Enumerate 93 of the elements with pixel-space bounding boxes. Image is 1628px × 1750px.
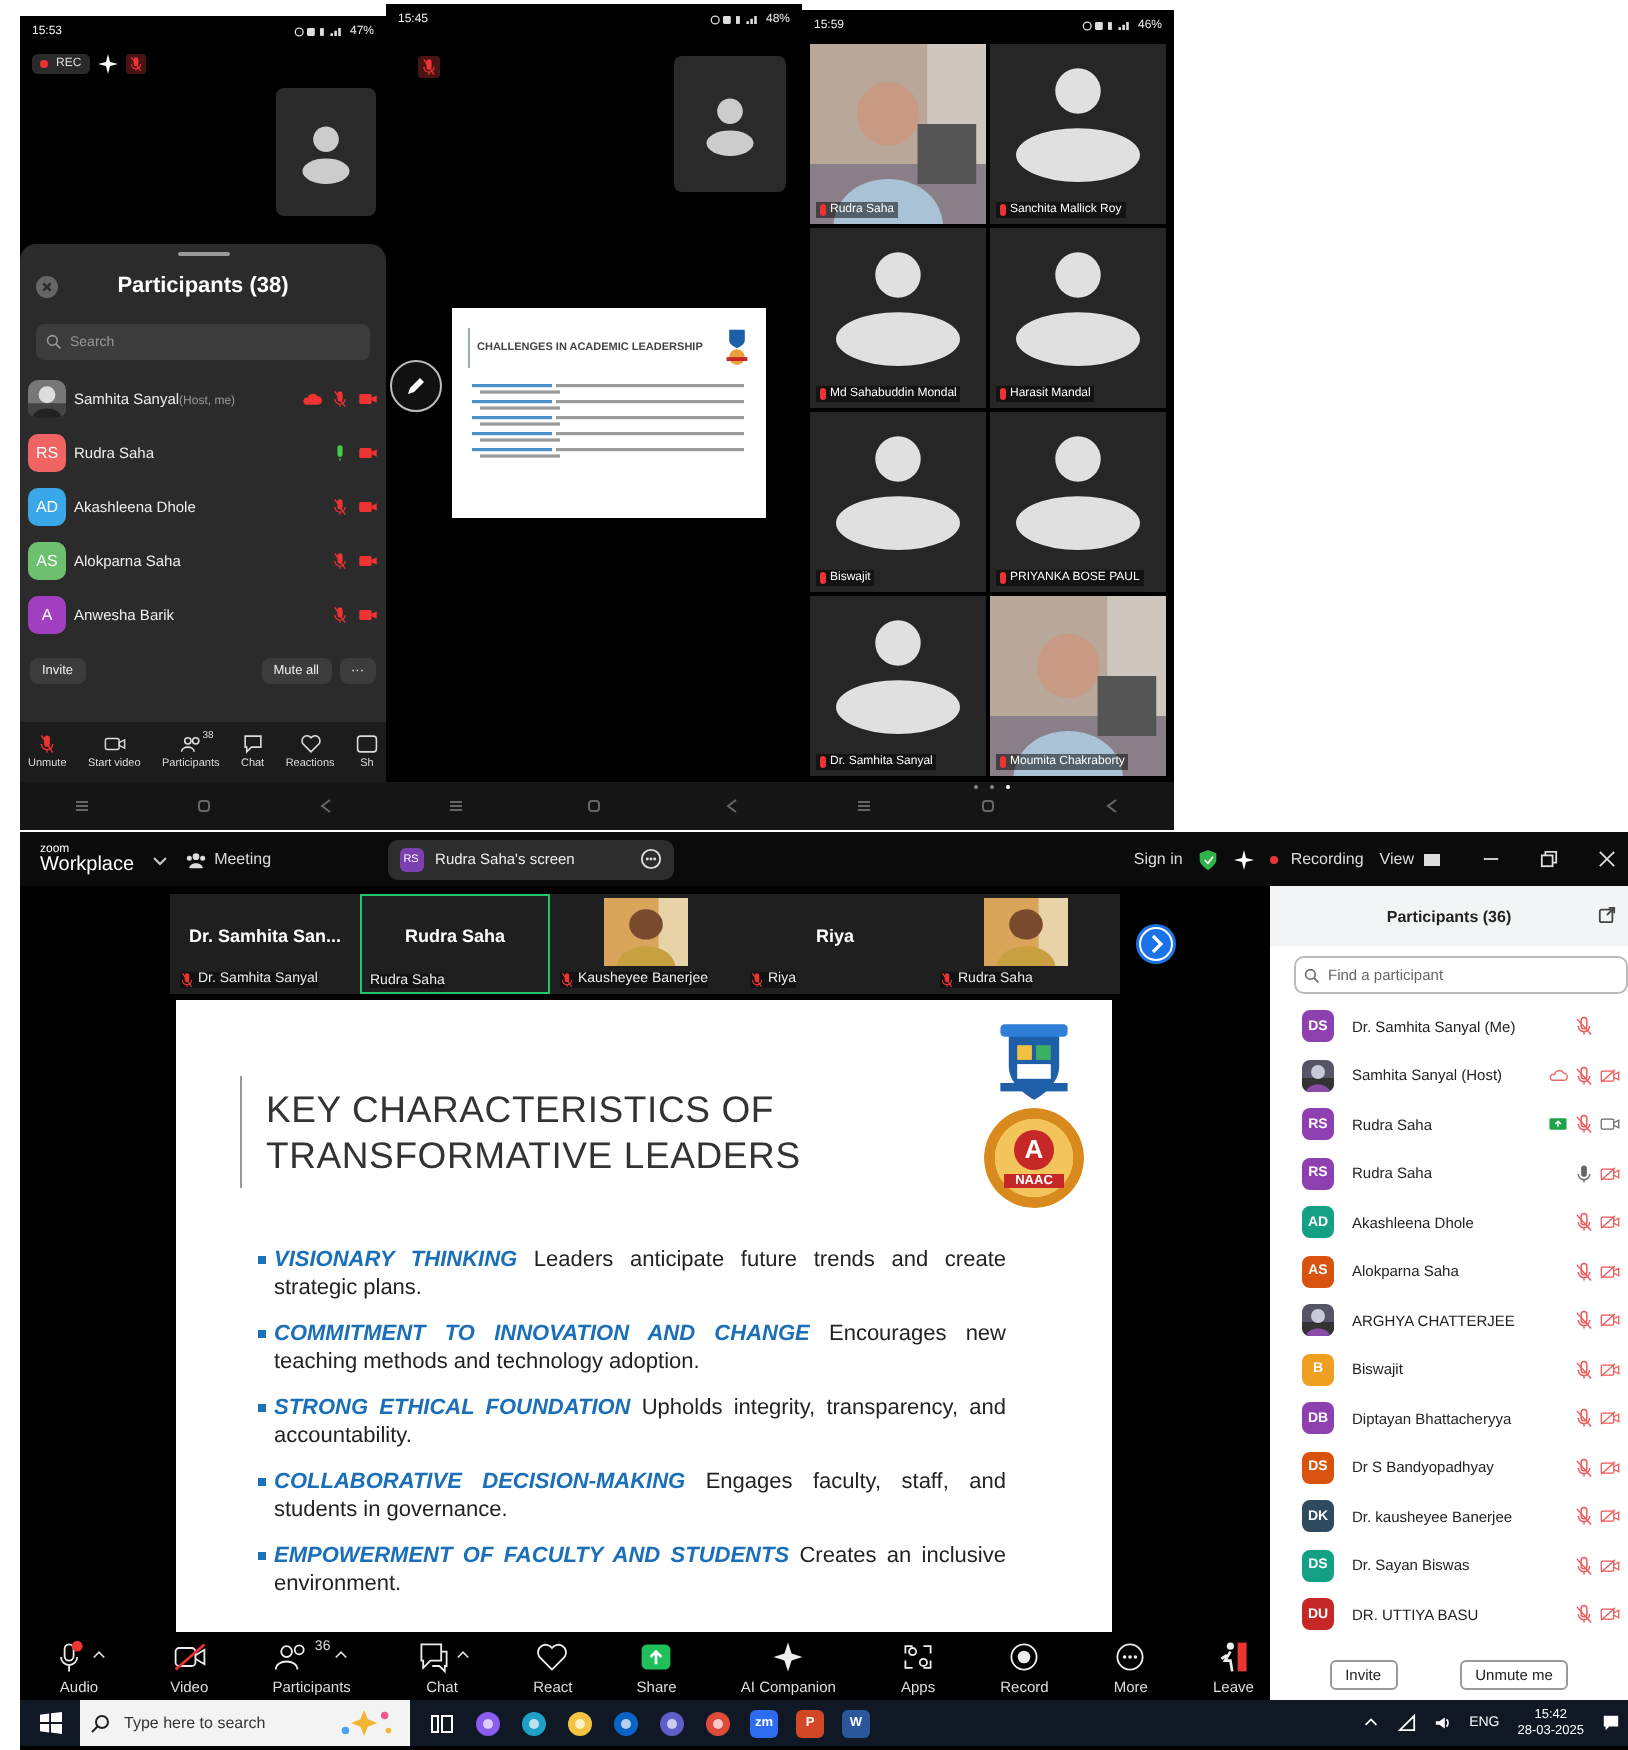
status-icons-drawing	[293, 26, 346, 38]
sparkle-icon	[338, 1708, 394, 1738]
chat-icon	[415, 1640, 452, 1674]
status-icons-drawing	[1081, 20, 1134, 32]
chat-icon	[241, 734, 264, 754]
meeting-button[interactable]: Meeting	[186, 849, 272, 869]
avatar-initials: AS	[28, 542, 66, 580]
task-view-icon[interactable]	[428, 1709, 456, 1737]
video-off-icon	[358, 552, 378, 570]
layout-icon	[1422, 849, 1442, 869]
share-icon	[638, 1640, 675, 1674]
video-off-icon	[358, 390, 378, 408]
muted-mic-icon	[36, 734, 59, 754]
app-icon[interactable]	[566, 1709, 594, 1737]
participant-name: Dr. Samhita San...	[188, 925, 342, 945]
home-icon[interactable]	[978, 796, 998, 816]
status-icons-drawing	[709, 14, 762, 26]
muted-mic-icon	[418, 56, 440, 78]
bullet-text: COLLABORATIVE DECISION-MAKING Engages faculty, staff, and students in governance.	[274, 1470, 1006, 1524]
menu-icon[interactable]	[445, 796, 466, 816]
video-off-icon	[358, 498, 378, 516]
page-indicator	[972, 784, 1012, 790]
shield-icon	[1198, 849, 1219, 869]
sparkle-icon	[1234, 849, 1255, 869]
heart-icon	[299, 734, 322, 754]
bullet-marker	[258, 1552, 266, 1560]
app-icon[interactable]	[474, 1709, 502, 1737]
home-icon[interactable]	[193, 796, 213, 816]
logo-text: Workplace	[40, 855, 135, 875]
restore-icon[interactable]	[1540, 850, 1558, 868]
bullet-text: COMMITMENT TO INNOVATION AND CHANGE Encourages new teaching methods and technology adoption.	[274, 1322, 1006, 1376]
sparkle-icon	[97, 54, 118, 74]
pop-out-icon[interactable]	[1598, 906, 1616, 924]
bullet-text: VISIONARY THINKING Leaders anticipate future trends and create strategic plans.	[274, 1248, 1006, 1302]
bullet-text: STRONG ETHICAL FOUNDATION Upholds integrity, transparency, and accountability.	[274, 1396, 1006, 1450]
heart-icon	[534, 1640, 571, 1674]
panel-title: Participants (36)	[1386, 907, 1512, 925]
pencil-icon	[404, 374, 428, 398]
people-icon	[179, 734, 202, 754]
people-icon	[274, 1640, 311, 1674]
record-icon	[1006, 1640, 1043, 1674]
avatar-initials: A	[28, 596, 66, 634]
notification-icon[interactable]	[1602, 1714, 1620, 1732]
caret-icon[interactable]	[455, 1648, 470, 1660]
apps-icon	[900, 1640, 937, 1674]
caret-icon[interactable]	[92, 1648, 106, 1660]
recording-indicator[interactable]: Recording	[1270, 850, 1364, 868]
people-icon	[186, 849, 207, 869]
view-button[interactable]: View	[1379, 849, 1442, 869]
participant-name: Rudra Saha	[404, 925, 505, 945]
camera-icon	[103, 734, 126, 754]
network-icon[interactable]	[1397, 1714, 1416, 1732]
avatar-initials: RS	[28, 434, 66, 472]
video-off-icon	[171, 1640, 208, 1674]
sign-in-button[interactable]: Sign in	[1133, 850, 1183, 868]
home-icon[interactable]	[583, 796, 604, 816]
screen-icon	[356, 734, 378, 754]
more-icon	[1112, 1640, 1149, 1674]
exit-icon	[1215, 1640, 1252, 1674]
caret-icon[interactable]	[334, 1648, 349, 1660]
bullet-marker	[258, 1256, 266, 1264]
menu-icon[interactable]	[854, 796, 874, 816]
bullet-marker	[258, 1404, 266, 1412]
bullet-marker	[258, 1330, 266, 1338]
windows-start-icon[interactable]	[40, 1712, 62, 1734]
panel-title: Participants (38)	[115, 274, 291, 298]
back-icon[interactable]	[1102, 796, 1122, 816]
app-icon[interactable]	[612, 1709, 640, 1737]
app-icon[interactable]	[658, 1709, 686, 1737]
speaker-icon[interactable]	[1433, 1714, 1452, 1732]
video-off-icon	[358, 606, 378, 624]
naac-grade: A	[1014, 1129, 1054, 1169]
logos-drawing	[723, 328, 749, 368]
menu-icon[interactable]	[71, 796, 91, 816]
app-icon[interactable]	[520, 1709, 548, 1737]
sparkle-icon	[770, 1640, 807, 1674]
avatar-initials: AD	[28, 488, 66, 526]
back-icon[interactable]	[315, 796, 335, 816]
video-off-icon	[358, 444, 378, 462]
bullet-text: EMPOWERMENT OF FACULTY AND STUDENTS Creates an inclusive environment.	[274, 1544, 1006, 1598]
more-icon[interactable]	[639, 848, 662, 870]
search-field[interactable]: Type here to search	[80, 1700, 410, 1746]
close-icon[interactable]	[1598, 850, 1616, 868]
slide-title: KEY CHARACTERISTICS OF TRANSFORMATIVE LEADERS	[266, 1085, 803, 1179]
participant-name: Riya	[815, 925, 854, 945]
next-arrow-icon[interactable]	[1136, 923, 1176, 963]
search-icon	[46, 334, 62, 350]
search-icon	[90, 1713, 110, 1733]
annotate-button[interactable]	[390, 360, 442, 412]
app-icon[interactable]	[704, 1709, 732, 1737]
search-icon	[1304, 967, 1320, 983]
bullet-marker	[258, 1478, 266, 1486]
muted-mic-icon	[125, 54, 146, 74]
